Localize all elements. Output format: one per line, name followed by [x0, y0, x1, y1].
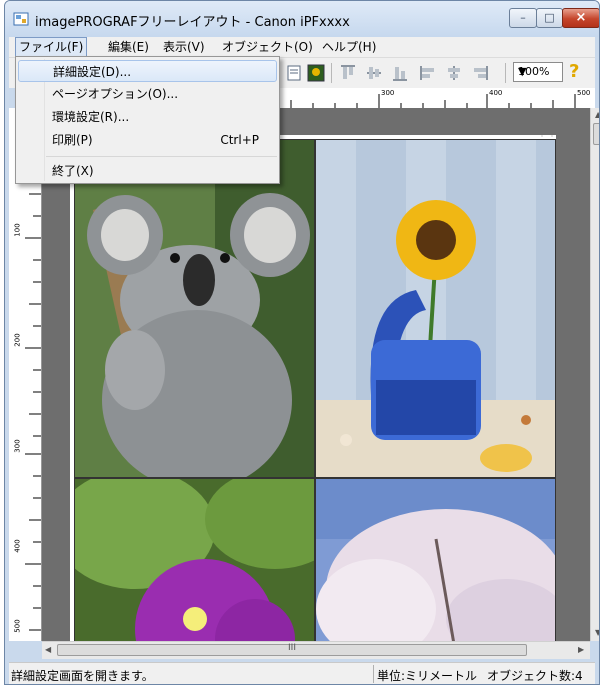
scroll-up-icon[interactable]: ▲	[595, 110, 599, 119]
scroll-down-icon[interactable]: ▼	[595, 628, 599, 637]
layout-canvas[interactable]	[42, 108, 590, 641]
align-center-vertical-icon[interactable]	[365, 64, 383, 82]
koala-image	[75, 140, 314, 477]
maximize-button[interactable]: □	[536, 8, 563, 28]
menu-item-preferences[interactable]: 環境設定(R)...	[18, 106, 277, 128]
menu-view[interactable]: 表示(V)	[160, 39, 208, 55]
menu-item-advanced-settings[interactable]: 詳細設定(D)...	[18, 60, 277, 82]
menu-item-page-options[interactable]: ページオプション(O)...	[18, 83, 277, 105]
menu-item-label: 環境設定(R)...	[52, 110, 130, 124]
align-center-horizontal-icon[interactable]	[445, 64, 463, 82]
ruler-label: 400	[489, 89, 503, 97]
ruler-label: 300	[13, 439, 22, 453]
ruler-label: 500	[577, 89, 591, 97]
app-icon	[13, 12, 29, 26]
minimize-icon: –	[520, 11, 526, 24]
menu-item-shortcut: Ctrl+P	[220, 133, 259, 147]
photo-cherry-blossom[interactable]	[315, 478, 556, 641]
status-object-count: オブジェクト数:4	[487, 669, 583, 683]
photo-bougainvillea[interactable]	[74, 478, 315, 641]
photo-sunflower[interactable]	[315, 139, 556, 478]
menu-item-label: 詳細設定(D)...	[53, 65, 132, 79]
menu-item-label: ページオプション(O)...	[52, 87, 179, 101]
menu-bar: ファイル(F) 編集(E) 表示(V) オブジェクト(O) ヘルプ(H)	[9, 37, 595, 57]
maximize-icon: □	[544, 11, 555, 24]
scroll-right-icon[interactable]: ▶	[578, 645, 584, 654]
chevron-down-icon: ▼	[518, 65, 527, 78]
vertical-ruler: 100 200 300 400 500	[9, 108, 42, 641]
ruler-label: 200	[13, 333, 22, 347]
minimize-button[interactable]: –	[509, 8, 537, 28]
ruler-label: 400	[13, 539, 22, 553]
ruler-label: 500	[13, 619, 22, 633]
menu-item-label: 終了(X)	[52, 164, 94, 178]
ruler-ticks	[25, 127, 41, 631]
title-bar[interactable]: imagePROGRAFフリーレイアウト - Canon iPFxxxx – □…	[5, 1, 599, 37]
zoom-select[interactable]: 100% ▼	[513, 62, 563, 82]
close-button[interactable]: ×	[562, 8, 599, 28]
ruler-label: 300	[381, 89, 395, 97]
menu-file[interactable]: ファイル(F)	[15, 37, 88, 57]
toolbar-separator	[331, 63, 332, 83]
align-right-icon[interactable]	[471, 64, 489, 82]
ruler-label: 100	[13, 223, 22, 237]
page-icon[interactable]	[285, 64, 303, 82]
help-icon[interactable]: ?	[569, 61, 579, 82]
vertical-scrollbar[interactable]: ▲ ▼	[590, 108, 599, 641]
menu-item-exit[interactable]: 終了(X)	[18, 160, 277, 182]
menu-item-label: 印刷(P)	[52, 133, 93, 147]
menu-separator	[46, 156, 277, 157]
file-menu-dropdown: 詳細設定(D)... ページオプション(O)... 環境設定(R)... 印刷(…	[15, 56, 280, 184]
menu-object[interactable]: オブジェクト(O)	[219, 39, 316, 55]
window-title: imagePROGRAFフリーレイアウト - Canon iPFxxxx	[35, 15, 350, 30]
menu-item-print[interactable]: 印刷(P) Ctrl+P	[18, 129, 277, 151]
menu-edit[interactable]: 編集(E)	[105, 39, 152, 55]
close-icon: ×	[575, 10, 587, 25]
toolbar-separator	[505, 63, 506, 83]
sunflower-image	[316, 140, 555, 477]
status-divider	[373, 665, 374, 683]
align-bottom-icon[interactable]	[391, 64, 409, 82]
horizontal-scroll-thumb[interactable]: III	[57, 643, 527, 656]
horizontal-scrollbar[interactable]: ◀ III ▶	[42, 641, 590, 659]
align-top-icon[interactable]	[339, 64, 357, 82]
image-icon[interactable]	[307, 64, 325, 82]
layout-page	[70, 135, 556, 641]
bougainvillea-image	[75, 479, 314, 641]
menu-help[interactable]: ヘルプ(H)	[319, 39, 379, 55]
scroll-grip-icon: III	[288, 643, 296, 653]
status-bar: 詳細設定画面を開きます。 単位:ミリメートル オブジェクト数:4	[9, 662, 595, 684]
cherry-blossom-image	[316, 479, 555, 641]
photo-koala[interactable]	[74, 139, 315, 478]
vertical-scroll-thumb[interactable]	[593, 123, 599, 145]
scroll-left-icon[interactable]: ◀	[45, 645, 51, 654]
align-left-icon[interactable]	[419, 64, 437, 82]
status-unit: 単位:ミリメートル	[377, 669, 478, 683]
status-message: 詳細設定画面を開きます。	[11, 669, 154, 683]
